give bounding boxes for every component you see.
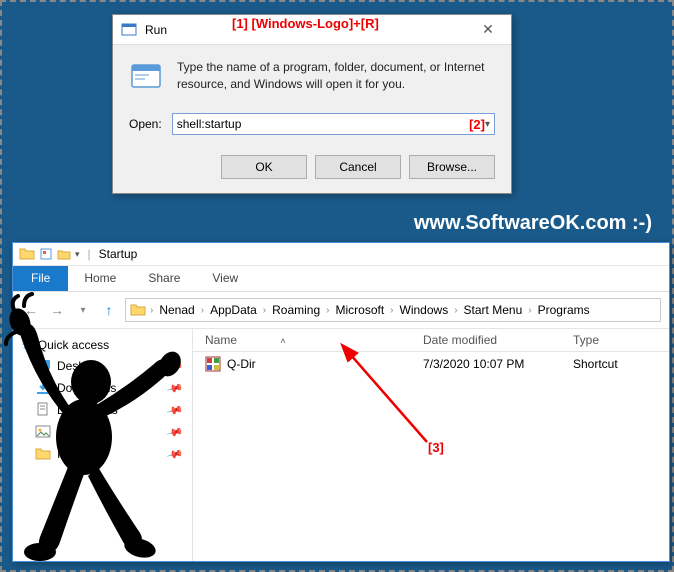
sidebar-item-label: Downloads — [57, 381, 116, 395]
pin-icon: 📌 — [166, 445, 184, 463]
documents-icon — [35, 402, 51, 418]
run-icon — [121, 22, 137, 38]
folder-icon — [35, 446, 51, 462]
sidebar-item-label: Documents — [57, 403, 118, 417]
sidebar: ★ Quick access Desktop 📌 Downloads 📌 Doc… — [13, 329, 193, 561]
tab-home[interactable]: Home — [68, 266, 132, 291]
tab-file[interactable]: File — [13, 266, 68, 291]
annotation-2: [2] — [469, 117, 485, 132]
qat-properties-icon[interactable] — [39, 247, 53, 261]
desktop-icon — [35, 358, 51, 374]
tab-view[interactable]: View — [196, 266, 254, 291]
qat-newfolder-icon[interactable] — [57, 247, 71, 261]
nav-recent-chevron-icon[interactable]: ▾ — [73, 300, 93, 320]
qat-chevron-icon[interactable]: ▾ — [75, 249, 80, 260]
breadcrumb-sep: › — [150, 305, 153, 316]
pin-icon: 📌 — [166, 423, 184, 441]
pictures-icon — [35, 424, 51, 440]
sidebar-item-label: Pictures — [57, 425, 100, 439]
breadcrumb-item[interactable]: Programs — [534, 303, 594, 317]
run-description: Type the name of a program, folder, docu… — [177, 59, 495, 95]
cancel-button[interactable]: Cancel — [315, 155, 401, 179]
downloads-icon — [35, 380, 51, 396]
nav-forward-icon[interactable]: → — [47, 300, 67, 320]
ok-button[interactable]: OK — [221, 155, 307, 179]
breadcrumb-item[interactable]: Microsoft — [331, 303, 388, 317]
run-big-icon — [129, 59, 165, 95]
sidebar-item-label: ISE — [57, 447, 76, 461]
sidebar-item-downloads[interactable]: Downloads 📌 — [13, 377, 192, 399]
shortcut-icon — [205, 356, 221, 372]
column-headers: Name ˄ Date modified Type — [193, 329, 669, 352]
run-dialog: Run ✕ Type the name of a program, folder… — [112, 14, 512, 194]
chevron-down-icon[interactable]: ▾ — [485, 119, 490, 130]
sidebar-item-pictures[interactable]: Pictures 📌 — [13, 421, 192, 443]
sidebar-item-label: Desktop — [57, 359, 101, 373]
breadcrumb-item[interactable]: Nenad — [155, 303, 198, 317]
sidebar-item-desktop[interactable]: Desktop 📌 — [13, 355, 192, 377]
breadcrumb-item[interactable]: AppData — [206, 303, 261, 317]
file-type: Shortcut — [573, 357, 669, 371]
sidebar-item-documents[interactable]: Documents 📌 — [13, 399, 192, 421]
breadcrumb[interactable]: › Nenad› AppData› Roaming› Microsoft› Wi… — [125, 298, 661, 322]
open-label: Open: — [129, 117, 162, 131]
breadcrumb-item[interactable]: Windows — [396, 303, 453, 317]
explorer-window: ▾ | Startup File Home Share View ← → ▾ ↑… — [12, 242, 670, 562]
breadcrumb-item[interactable]: Start Menu — [460, 303, 527, 317]
col-header-name[interactable]: Name ˄ — [193, 333, 423, 347]
tab-share[interactable]: Share — [132, 266, 196, 291]
explorer-titlebar: ▾ | Startup — [13, 243, 669, 266]
nav-bar: ← → ▾ ↑ › Nenad› AppData› Roaming› Micro… — [13, 292, 669, 329]
col-header-date[interactable]: Date modified — [423, 333, 573, 347]
open-combobox[interactable]: [2] ▾ — [172, 113, 495, 135]
col-header-type[interactable]: Type — [573, 333, 669, 347]
annotation-1: [1] [Windows-Logo]+[R] — [232, 16, 379, 31]
pin-icon: 📌 — [166, 401, 184, 419]
pin-icon: 📌 — [166, 357, 184, 375]
sidebar-quick-access[interactable]: ★ Quick access — [13, 335, 192, 355]
nav-back-icon[interactable]: ← — [21, 300, 41, 320]
close-icon[interactable]: ✕ — [473, 21, 503, 38]
watermark-text: www.SoftwareOK.com :-) — [414, 212, 652, 235]
folder-icon — [19, 246, 35, 262]
open-input[interactable] — [177, 117, 461, 131]
breadcrumb-item[interactable]: Roaming — [268, 303, 324, 317]
star-icon: ★ — [21, 338, 32, 352]
window-title: Startup — [99, 247, 138, 261]
sidebar-label: Quick access — [38, 338, 109, 352]
nav-up-icon[interactable]: ↑ — [99, 300, 119, 320]
file-name: Q-Dir — [227, 357, 256, 371]
pin-icon: 📌 — [166, 379, 184, 397]
file-row[interactable]: Q-Dir 7/3/2020 10:07 PM Shortcut — [193, 352, 669, 376]
sidebar-item-ise[interactable]: ISE 📌 — [13, 443, 192, 465]
breadcrumb-folder-icon — [130, 302, 146, 318]
file-date: 7/3/2020 10:07 PM — [423, 357, 573, 371]
annotation-3: [3] — [428, 440, 444, 455]
sort-caret-icon: ˄ — [280, 336, 285, 346]
ribbon-tabs: File Home Share View — [13, 266, 669, 292]
browse-button[interactable]: Browse... — [409, 155, 495, 179]
